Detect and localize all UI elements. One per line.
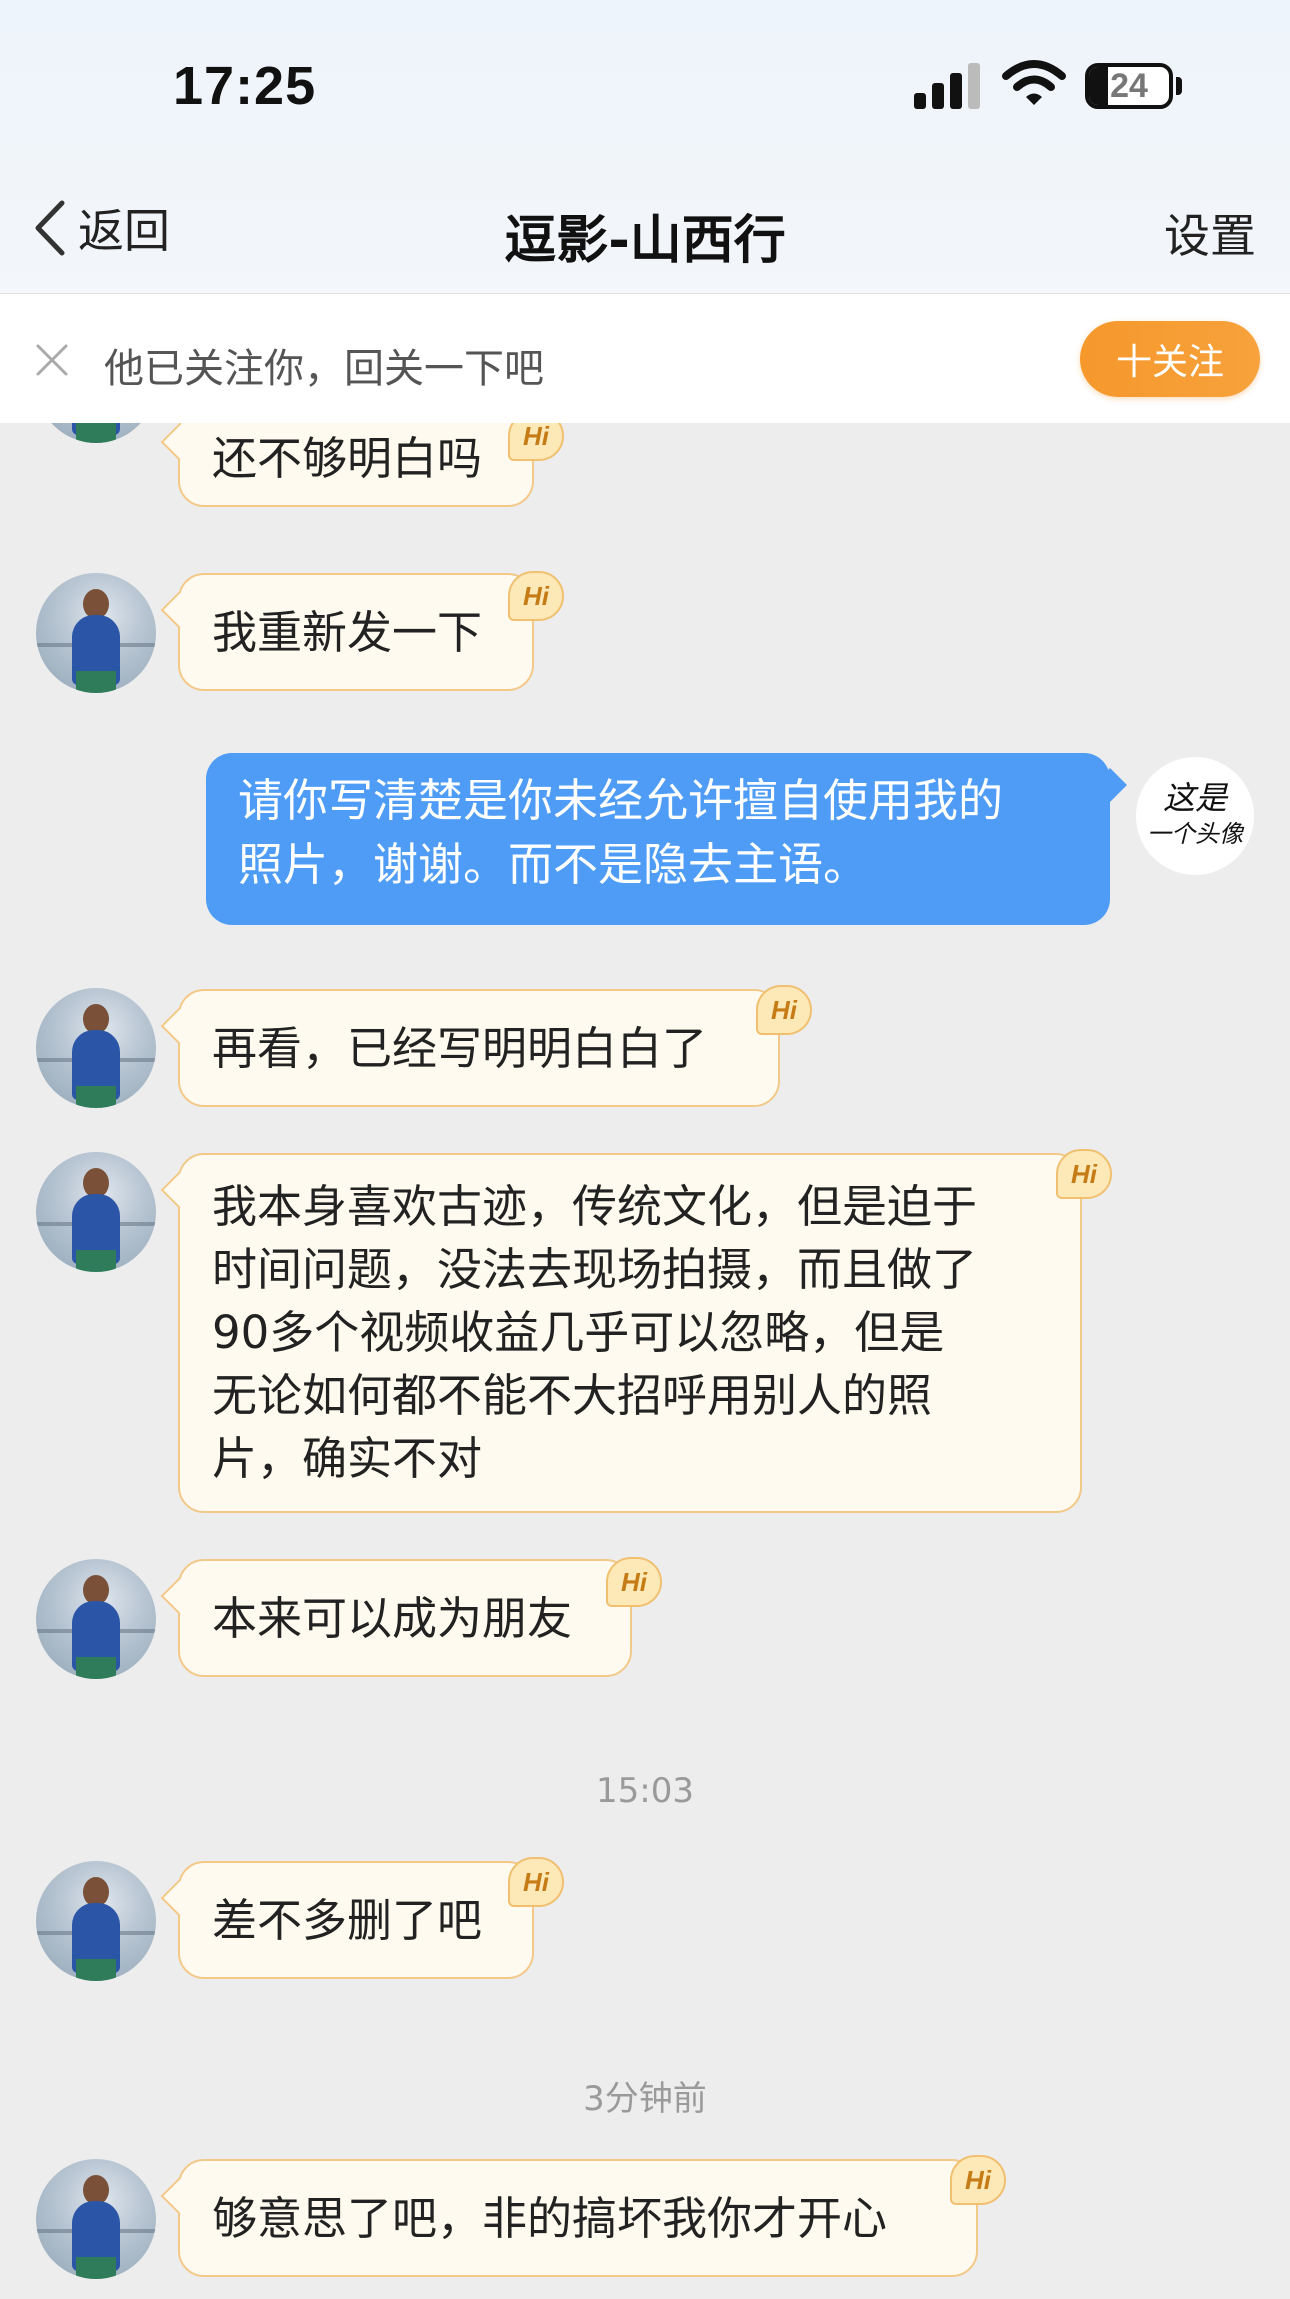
follow-prompt-text: 他已关注你，回关一下吧: [104, 346, 544, 392]
hi-badge: Hi: [508, 571, 564, 621]
avatar-text: 一个头像: [1147, 820, 1243, 848]
message-text: 差不多删了吧: [212, 1894, 483, 1947]
message-bubble[interactable]: 我重新发一下: [178, 573, 534, 691]
wifi-icon: [1002, 60, 1066, 105]
message-text: 还不够明白吗: [212, 432, 483, 485]
follow-prompt-bar: 他已关注你，回关一下吧 十关注: [0, 293, 1290, 423]
message-text: 本来可以成为朋友: [212, 1592, 573, 1645]
message-line: 无论如何都不能不大招呼用别人的照: [212, 1369, 933, 1422]
message-line: 片，确实不对: [212, 1432, 483, 1485]
contact-avatar[interactable]: [36, 2159, 156, 2279]
message-bubble[interactable]: 够意思了吧，非的搞坏我你才开心: [178, 2159, 978, 2277]
contact-avatar[interactable]: [36, 573, 156, 693]
hi-badge: Hi: [508, 1857, 564, 1907]
status-time: 17:25: [173, 56, 317, 116]
settings-button[interactable]: 设置: [1164, 200, 1256, 266]
battery-indicator: 24: [1085, 63, 1173, 109]
message-bubble[interactable]: 再看，已经写明明白白了: [178, 989, 780, 1107]
message-bubble[interactable]: 还不够明白吗: [178, 423, 534, 507]
message-text: 我重新发一下: [212, 606, 483, 659]
header: 17:25 24 返回 逗影-山西行 设置: [0, 0, 1290, 293]
my-avatar[interactable]: 这是 一个头像: [1136, 757, 1254, 875]
battery-tip: [1176, 77, 1182, 95]
hi-badge: Hi: [950, 2155, 1006, 2205]
contact-avatar[interactable]: [36, 1559, 156, 1679]
hi-badge: Hi: [756, 985, 812, 1035]
message-line: 我本身喜欢古迹，传统文化，但是迫于: [212, 1180, 978, 1233]
my-message-bubble[interactable]: 请你写清楚是你未经允许擅自使用我的 照片，谢谢。而不是隐去主语。: [206, 753, 1110, 925]
message-line: 请你写清楚是你未经允许擅自使用我的: [238, 774, 1004, 827]
message-bubble[interactable]: 差不多删了吧: [178, 1861, 534, 1979]
close-icon[interactable]: [34, 342, 70, 378]
message-line: 照片，谢谢。而不是隐去主语。: [238, 838, 869, 891]
contact-avatar[interactable]: [36, 988, 156, 1108]
contact-avatar[interactable]: [36, 423, 156, 443]
chat-list[interactable]: 还不够明白吗 Hi 我重新发一下 Hi 请你写清楚是你未经允许擅自使用我的 照片…: [0, 423, 1290, 2299]
hi-badge: Hi: [1056, 1149, 1112, 1199]
battery-level: 24: [1110, 66, 1148, 105]
contact-avatar[interactable]: [36, 1152, 156, 1272]
time-separator: 15:03: [596, 1771, 694, 1811]
message-text: 够意思了吧，非的搞坏我你才开心: [212, 2192, 888, 2245]
avatar-text: 这是: [1162, 779, 1227, 817]
message-bubble[interactable]: 我本身喜欢古迹，传统文化，但是迫于 时间问题，没法去现场拍摄，而且做了 90多个…: [178, 1153, 1082, 1513]
message-line: 时间问题，没法去现场拍摄，而且做了: [212, 1243, 978, 1296]
follow-button[interactable]: 十关注: [1080, 321, 1260, 397]
message-line: 90多个视频收益几乎可以忽略，但是: [212, 1306, 945, 1359]
message-text: 再看，已经写明明白白了: [212, 1022, 708, 1075]
message-bubble[interactable]: 本来可以成为朋友: [178, 1559, 632, 1677]
hi-badge: Hi: [606, 1557, 662, 1607]
time-separator: 3分钟前: [583, 2079, 707, 2119]
page-title: 逗影-山西行: [504, 211, 786, 271]
cell-signal-icon: [914, 63, 982, 109]
contact-avatar[interactable]: [36, 1861, 156, 1981]
hi-badge: Hi: [508, 423, 564, 461]
